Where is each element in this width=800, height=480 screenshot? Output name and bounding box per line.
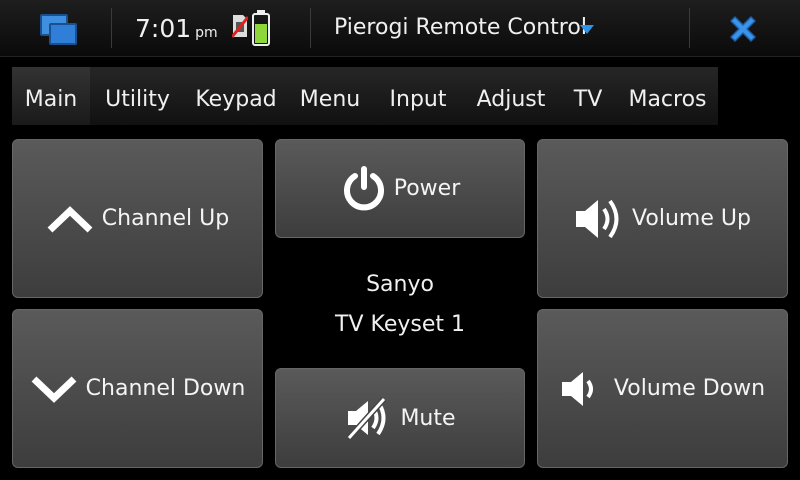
- chevron-up-icon: [47, 205, 93, 233]
- volume-down-icon: [561, 371, 593, 406]
- mute-button[interactable]: Mute: [275, 368, 525, 468]
- device-name: Sanyo: [366, 272, 434, 297]
- channel-up-label: Channel Up: [101, 206, 230, 231]
- menu-dropdown-icon[interactable]: [580, 25, 594, 34]
- clock-ampm: pm: [195, 25, 218, 41]
- separator: [111, 8, 112, 48]
- close-icon[interactable]: [726, 12, 760, 46]
- volume-up-label: Volume Up: [632, 206, 751, 231]
- channel-down-button[interactable]: Channel Down: [12, 309, 263, 468]
- volume-down-button[interactable]: Volume Down: [537, 309, 788, 468]
- status-bar: 7:01 pm Pierogi Remote Control: [0, 0, 800, 57]
- channel-up-button[interactable]: Channel Up: [12, 139, 263, 298]
- power-label: Power: [393, 176, 461, 201]
- separator: [689, 8, 690, 48]
- battery-icon: [252, 10, 270, 46]
- tab-menu[interactable]: Menu: [287, 67, 373, 125]
- channel-down-label: Channel Down: [85, 376, 246, 401]
- app-title[interactable]: Pierogi Remote Control: [334, 15, 587, 40]
- tab-macros[interactable]: Macros: [617, 67, 718, 125]
- volume-up-button[interactable]: Volume Up: [537, 139, 788, 298]
- keyset-name: TV Keyset 1: [335, 312, 465, 337]
- volume-up-icon: [576, 199, 619, 238]
- tab-bar: Main Utility Keypad Menu Input Adjust TV…: [12, 67, 718, 125]
- tab-keypad[interactable]: Keypad: [185, 67, 287, 125]
- mute-label: Mute: [400, 405, 456, 431]
- power-icon: [343, 165, 384, 210]
- tab-main[interactable]: Main: [12, 67, 90, 125]
- clock[interactable]: 7:01 pm: [135, 14, 218, 43]
- tab-utility[interactable]: Utility: [90, 67, 185, 125]
- power-button[interactable]: Power: [275, 139, 525, 238]
- chevron-down-icon: [31, 375, 77, 403]
- tab-tv[interactable]: TV: [559, 67, 617, 125]
- tab-adjust[interactable]: Adjust: [463, 67, 559, 125]
- volume-down-label: Volume Down: [613, 376, 766, 401]
- separator: [310, 8, 311, 48]
- task-switcher-icon[interactable]: [40, 14, 77, 45]
- tab-input[interactable]: Input: [373, 67, 463, 125]
- no-sim-icon: [232, 15, 248, 38]
- mute-icon: [347, 396, 387, 440]
- clock-time: 7:01: [135, 14, 192, 43]
